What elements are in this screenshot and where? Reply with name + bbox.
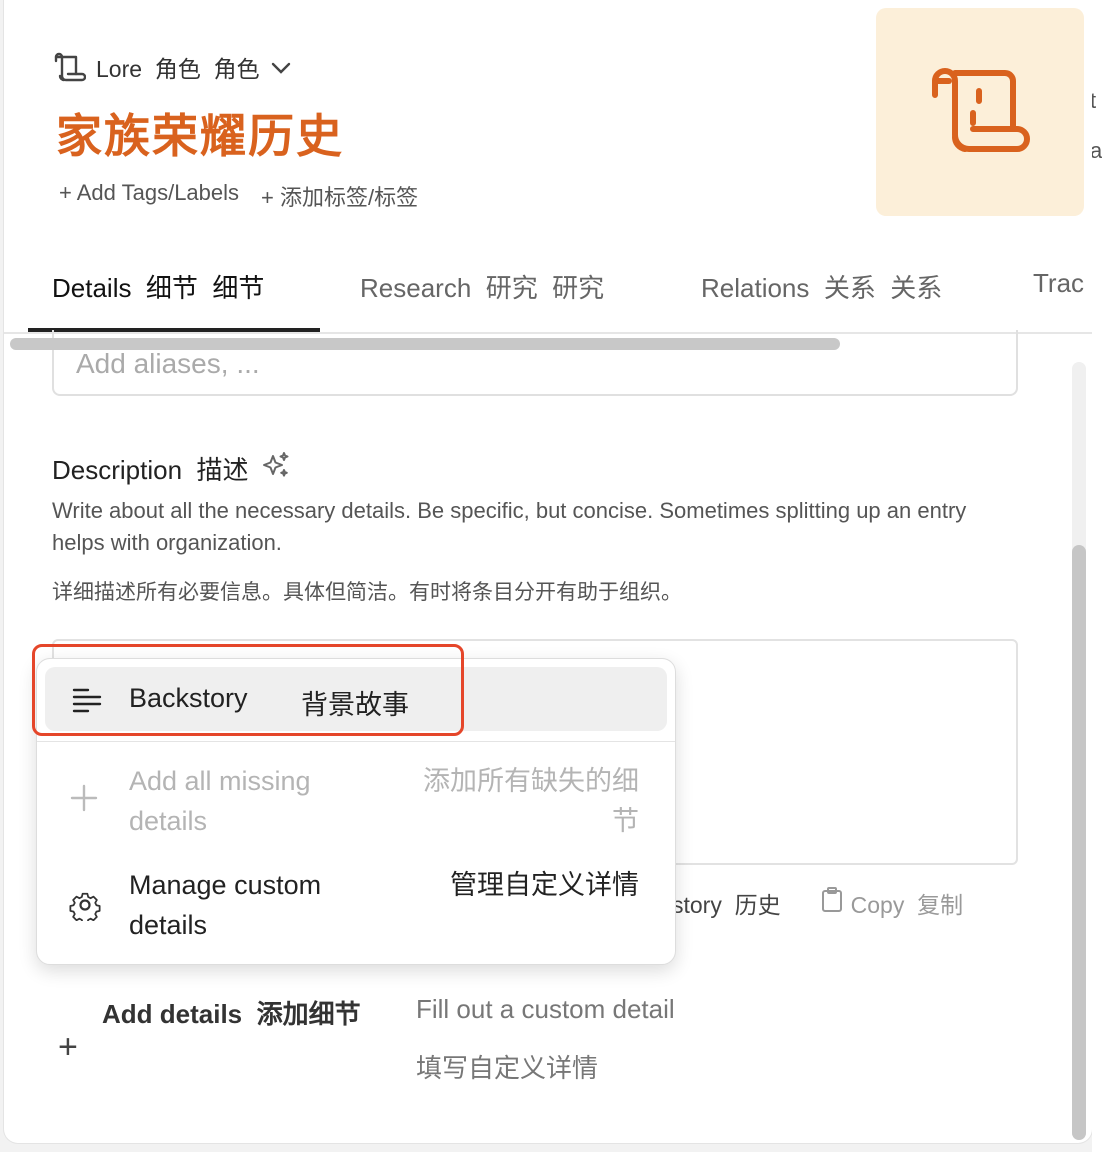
- horizontal-scrollbar[interactable]: [10, 338, 840, 350]
- breadcrumb-label: Lore 角色 角色: [96, 56, 260, 82]
- add-missing-label: Add all missing details: [129, 766, 311, 836]
- description-help-zh: 详细描述所有必要信息。具体但简洁。有时将条目分开有助于组织。: [52, 581, 682, 604]
- plus-icon: [69, 783, 99, 818]
- add-tags-button[interactable]: + Add Tags/Labels: [59, 180, 239, 212]
- plus-icon[interactable]: +: [58, 1028, 78, 1067]
- tag-actions: + Add Tags/Labels + 添加标签/标签: [59, 180, 418, 212]
- add-details-hint-en: Fill out a custom detail: [416, 994, 675, 1024]
- chevron-down-icon[interactable]: [270, 54, 292, 81]
- clipboard-icon: [821, 887, 843, 919]
- tab-bar: Details 细节 细节 Research 研究 研究 Relations 关…: [4, 250, 1092, 334]
- adjacent-window-edge: t a: [1092, 0, 1102, 1152]
- breadcrumb[interactable]: Lore 角色 角色: [52, 50, 292, 84]
- menu-item-add-missing[interactable]: Add all missing details 添加所有缺失的细节: [37, 761, 675, 845]
- scroll-icon: [52, 52, 86, 82]
- vertical-scrollbar-thumb[interactable]: [1072, 545, 1086, 1140]
- add-details-hint-zh: 填写自定义详情: [416, 1053, 599, 1083]
- add-tags-zh-button[interactable]: + 添加标签/标签: [261, 180, 418, 212]
- backstory-label-zh: 背景故事: [301, 690, 409, 720]
- backstory-label: Backstory: [129, 683, 248, 713]
- description-heading: Description 描述: [52, 450, 291, 487]
- entry-panel: Lore 角色 角色 家族荣耀历史 + Add Tags/Labels + 添加…: [4, 0, 1092, 1143]
- tab-trac[interactable]: Trac: [1033, 268, 1084, 299]
- aliases-placeholder: Add aliases, ...: [76, 348, 260, 379]
- tab-relations[interactable]: Relations 关系 关系: [701, 268, 942, 305]
- description-help-en: Write about all the necessary details. B…: [52, 498, 967, 555]
- text-lines-icon: [71, 687, 103, 718]
- cover-image[interactable]: [876, 8, 1084, 216]
- scroll-icon: [925, 65, 1035, 160]
- manage-custom-label: Manage custom details: [129, 870, 322, 940]
- add-missing-label-zh: 添加所有缺失的细节: [423, 766, 639, 836]
- details-dropdown-menu: Backstory 背景故事 Add all missing details 添…: [36, 658, 676, 965]
- add-details-label[interactable]: Add details 添加细节: [102, 994, 361, 1031]
- menu-divider: [37, 741, 675, 742]
- edge-text-2: a: [1092, 138, 1102, 163]
- menu-item-backstory[interactable]: Backstory 背景故事: [45, 667, 667, 731]
- history-button[interactable]: story 历史: [672, 886, 781, 920]
- menu-item-manage-custom[interactable]: Manage custom details 管理自定义详情: [37, 865, 675, 949]
- edge-text-1: t: [1092, 88, 1097, 113]
- sparkles-icon[interactable]: [261, 450, 291, 487]
- copy-label: Copy 复制: [850, 892, 964, 918]
- tab-research[interactable]: Research 研究 研究: [360, 268, 604, 305]
- gear-icon: [69, 889, 101, 926]
- copy-button[interactable]: Copy 复制: [821, 886, 963, 920]
- manage-custom-label-zh: 管理自定义详情: [450, 870, 639, 900]
- tab-details[interactable]: Details 细节 细节: [52, 268, 264, 305]
- description-title: Description 描述: [52, 455, 249, 485]
- page-title[interactable]: 家族荣耀历史: [56, 100, 344, 166]
- editor-actions: story 历史 Copy 复制: [672, 886, 963, 920]
